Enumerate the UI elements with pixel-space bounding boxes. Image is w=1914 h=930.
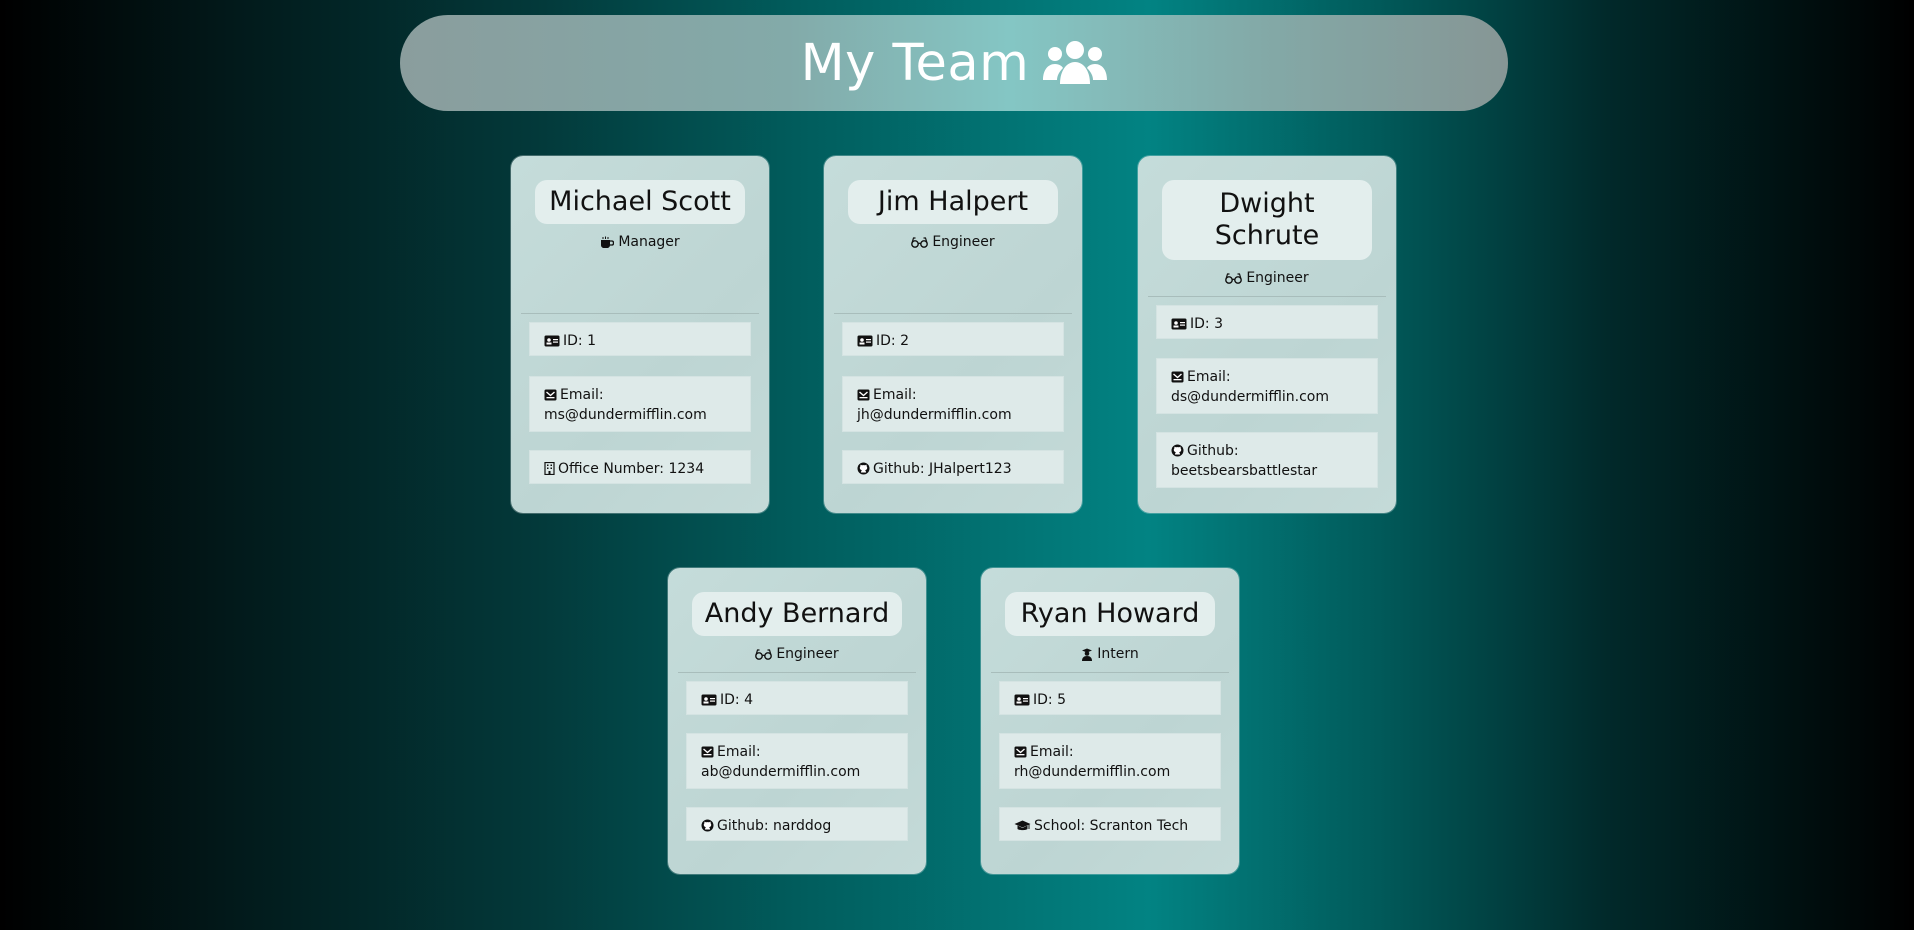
- employee-name: Andy Bernard: [692, 592, 902, 636]
- glasses-icon: [911, 236, 929, 248]
- id-card-icon: [701, 694, 717, 706]
- id-field: ID: 2: [842, 322, 1064, 356]
- employee-role: Manager: [511, 234, 769, 250]
- school-text: School: Scranton Tech: [1034, 818, 1189, 834]
- employee-card: Michael Scott Manager ID: 1 Email: ms@du…: [511, 156, 769, 513]
- email-label: Email:: [1030, 744, 1074, 760]
- employee-name: Ryan Howard: [1005, 592, 1215, 636]
- email-link[interactable]: ms@dundermifflin.com: [544, 407, 707, 423]
- github-icon: [857, 462, 870, 475]
- role-label: Intern: [1097, 646, 1139, 662]
- email-field: Email: ab@dundermifflin.com: [686, 733, 908, 789]
- office-number-text: Office Number: 1234: [558, 461, 705, 477]
- envelope-icon: [857, 389, 870, 401]
- github-icon: [1171, 444, 1184, 457]
- id-card-icon: [1014, 694, 1030, 706]
- github-link[interactable]: beetsbearsbattlestar: [1171, 463, 1317, 479]
- envelope-icon: [701, 746, 714, 758]
- github-icon: [701, 819, 714, 832]
- email-label: Email:: [717, 744, 761, 760]
- employee-role: Intern: [981, 646, 1239, 662]
- email-link[interactable]: jh@dundermifflin.com: [857, 407, 1012, 423]
- users-icon: [1043, 40, 1108, 86]
- email-link[interactable]: ab@dundermifflin.com: [701, 764, 860, 780]
- employee-name: Michael Scott: [535, 180, 745, 224]
- id-card-icon: [857, 335, 873, 347]
- employee-card: Andy Bernard Engineer ID: 4 Email: ab@du…: [668, 568, 926, 874]
- github-text[interactable]: Github: narddog: [717, 818, 831, 834]
- id-text: ID: 5: [1033, 692, 1066, 708]
- employee-role: Engineer: [668, 646, 926, 662]
- github-field: Github: JHalpert123: [842, 450, 1064, 484]
- email-field: Email: ms@dundermifflin.com: [529, 376, 751, 432]
- office-number-field: Office Number: 1234: [529, 450, 751, 484]
- employee-role: Engineer: [1138, 270, 1396, 286]
- school-field: School: Scranton Tech: [999, 807, 1221, 841]
- github-field: Github: beetsbearsbattlestar: [1156, 432, 1378, 488]
- employee-name: Jim Halpert: [848, 180, 1058, 224]
- id-field: ID: 1: [529, 322, 751, 356]
- github-text[interactable]: Github: JHalpert123: [873, 461, 1012, 477]
- id-card-icon: [544, 335, 560, 347]
- envelope-icon: [1014, 746, 1027, 758]
- github-label: Github:: [1187, 443, 1239, 459]
- email-field: Email: ds@dundermifflin.com: [1156, 358, 1378, 414]
- id-field: ID: 5: [999, 681, 1221, 715]
- id-field: ID: 3: [1156, 305, 1378, 339]
- envelope-icon: [544, 389, 557, 401]
- role-label: Engineer: [932, 234, 995, 250]
- email-field: Email: jh@dundermifflin.com: [842, 376, 1064, 432]
- building-icon: [544, 462, 555, 475]
- employee-card: Jim Halpert Engineer ID: 2 Email: jh@dun…: [824, 156, 1082, 513]
- email-label: Email:: [1187, 369, 1231, 385]
- id-field: ID: 4: [686, 681, 908, 715]
- employee-card: Ryan Howard Intern ID: 5 Email: rh@dunde…: [981, 568, 1239, 874]
- employee-role: Engineer: [824, 234, 1082, 250]
- graduation-cap-icon: [1014, 820, 1031, 832]
- id-text: ID: 1: [563, 333, 596, 349]
- email-label: Email:: [560, 387, 604, 403]
- role-label: Manager: [618, 234, 680, 250]
- id-card-icon: [1171, 318, 1187, 330]
- page-title: My Team: [800, 33, 1030, 93]
- employee-name: Dwight Schrute: [1162, 180, 1372, 260]
- role-label: Engineer: [776, 646, 839, 662]
- id-text: ID: 3: [1190, 316, 1223, 332]
- email-link[interactable]: rh@dundermifflin.com: [1014, 764, 1170, 780]
- graduate-icon: [1081, 648, 1093, 661]
- coffee-icon: [600, 236, 615, 249]
- employee-card: Dwight Schrute Engineer ID: 3 Email: ds@…: [1138, 156, 1396, 513]
- email-label: Email:: [873, 387, 917, 403]
- id-text: ID: 4: [720, 692, 753, 708]
- github-field: Github: narddog: [686, 807, 908, 841]
- glasses-icon: [1225, 272, 1243, 284]
- page-header: My Team: [400, 15, 1508, 111]
- email-link[interactable]: ds@dundermifflin.com: [1171, 389, 1329, 405]
- id-text: ID: 2: [876, 333, 909, 349]
- role-label: Engineer: [1246, 270, 1309, 286]
- email-field: Email: rh@dundermifflin.com: [999, 733, 1221, 789]
- envelope-icon: [1171, 371, 1184, 383]
- glasses-icon: [755, 648, 773, 660]
